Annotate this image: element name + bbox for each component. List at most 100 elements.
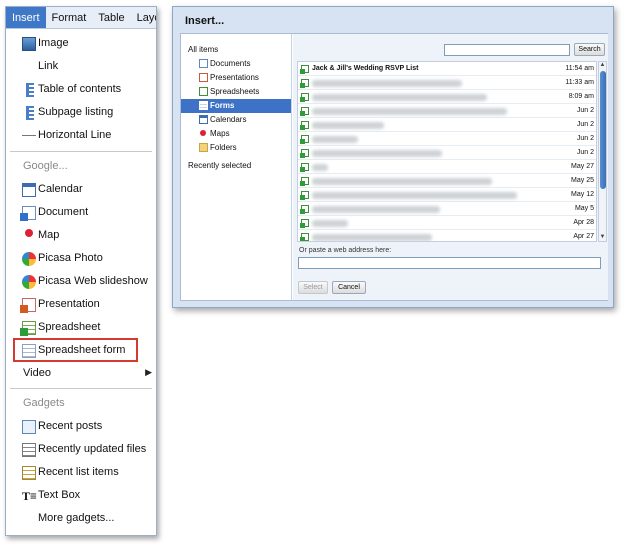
- scrollbar-thumb[interactable]: [600, 71, 606, 189]
- menu-item-label: Video: [23, 367, 51, 379]
- file-row[interactable]: 11:33 am: [298, 76, 596, 90]
- insert-dialog: Insert... All items Documents Presentati…: [172, 6, 614, 308]
- menu-item-link[interactable]: Link: [6, 56, 156, 78]
- paste-url-input[interactable]: [298, 257, 601, 269]
- file-row[interactable]: Jun 2: [298, 146, 596, 160]
- form-icon: [199, 101, 208, 110]
- menu-item-label: Recently updated files: [38, 443, 147, 455]
- file-row[interactable]: Apr 27: [298, 230, 596, 241]
- menu-item-video[interactable]: Video ▶: [6, 363, 156, 385]
- file-row[interactable]: Apr 28: [298, 216, 596, 230]
- file-row[interactable]: May 5: [298, 202, 596, 216]
- tree-item-label: Presentations: [210, 73, 259, 82]
- redacted-file-name: [312, 150, 442, 157]
- file-date: May 27: [571, 163, 594, 170]
- menubar: Insert Format Table Layo: [6, 7, 156, 29]
- scroll-up-arrow-icon[interactable]: ▲: [599, 62, 606, 69]
- tree-item-documents[interactable]: Documents: [181, 57, 291, 71]
- form-file-icon: [300, 107, 309, 116]
- menu-item-picasa-photo[interactable]: Picasa Photo: [6, 248, 156, 270]
- redacted-file-name: [312, 94, 487, 101]
- tree-item-forms[interactable]: Forms: [181, 99, 291, 113]
- file-row[interactable]: May 12: [298, 188, 596, 202]
- form-file-icon: [300, 135, 309, 144]
- tree-recently-selected[interactable]: Recently selected: [188, 161, 251, 170]
- dialog-body: All items Documents Presentations Spread…: [180, 33, 608, 301]
- search-input[interactable]: [444, 44, 570, 56]
- file-date: Apr 28: [573, 219, 594, 226]
- file-row[interactable]: Jun 2: [298, 132, 596, 146]
- menu-item-more-gadgets[interactable]: More gadgets...: [6, 508, 156, 530]
- menu-divider: [10, 151, 152, 152]
- menu-item-calendar[interactable]: Calendar: [6, 179, 156, 201]
- file-row[interactable]: 8:09 am: [298, 90, 596, 104]
- spreadsheet-icon: [20, 321, 36, 336]
- form-file-icon: [300, 149, 309, 158]
- menu-item-image[interactable]: Image: [6, 33, 156, 55]
- menu-item-horizontal-line[interactable]: Horizontal Line: [6, 125, 156, 147]
- menu-item-picasa-web-slideshow[interactable]: Picasa Web slideshow: [6, 271, 156, 293]
- file-row[interactable]: Jun 2: [298, 104, 596, 118]
- tree-item-spreadsheets[interactable]: Spreadsheets: [181, 85, 291, 99]
- file-row[interactable]: May 25: [298, 174, 596, 188]
- folder-icon: [199, 143, 208, 152]
- tree-all-items[interactable]: All items: [188, 45, 218, 54]
- menu-item-table-of-contents[interactable]: Table of contents: [6, 79, 156, 101]
- menu-item-recent-posts[interactable]: Recent posts: [6, 416, 156, 438]
- menu-item-label: Picasa Web slideshow: [38, 275, 148, 287]
- menu-format[interactable]: Format: [46, 7, 93, 28]
- file-date: 11:54 am: [565, 65, 594, 72]
- menu-item-label: Subpage listing: [38, 106, 114, 118]
- tree-item-label: Documents: [210, 59, 251, 68]
- redacted-file-name: [312, 108, 507, 115]
- file-date: 11:33 am: [565, 79, 594, 86]
- menu-item-label: Spreadsheet: [38, 321, 101, 333]
- tree-item-label: Forms: [210, 101, 235, 110]
- redacted-file-name: [312, 136, 358, 143]
- tree-item-label: Spreadsheets: [210, 87, 260, 96]
- menu-divider: [10, 388, 152, 389]
- tree-item-label: Folders: [210, 143, 237, 152]
- menu-item-text-box[interactable]: T≡ Text Box: [6, 485, 156, 507]
- menu-layout[interactable]: Layo: [131, 7, 156, 28]
- menu-item-label: Image: [38, 37, 69, 49]
- tree-item-presentations[interactable]: Presentations: [181, 71, 291, 85]
- cancel-button[interactable]: Cancel: [332, 281, 366, 294]
- calendar-icon: [199, 115, 208, 124]
- menu-item-label: More gadgets...: [38, 512, 115, 524]
- redacted-file-name: [312, 206, 440, 213]
- menu-item-label: Document: [38, 206, 89, 218]
- search-button[interactable]: Search: [574, 43, 605, 56]
- scroll-down-arrow-icon[interactable]: ▼: [599, 234, 606, 241]
- file-row[interactable]: May 27: [298, 160, 596, 174]
- file-row[interactable]: Jack & Jill's Wedding RSVP List 11:54 am: [298, 62, 596, 76]
- horizontal-line-icon: [22, 135, 36, 136]
- gadgets-heading: Gadgets: [23, 397, 65, 409]
- google-heading: Google...: [23, 160, 68, 172]
- menu-item-document[interactable]: Document: [6, 202, 156, 224]
- file-row[interactable]: Jun 2: [298, 118, 596, 132]
- menu-item-map[interactable]: Map: [6, 225, 156, 247]
- menu-item-label: Picasa Photo: [38, 252, 103, 264]
- select-button[interactable]: Select: [298, 281, 328, 294]
- menu-item-recent-list-items[interactable]: Recent list items: [6, 462, 156, 484]
- menu-item-presentation[interactable]: Presentation: [6, 294, 156, 316]
- tree-item-folders[interactable]: Folders: [181, 141, 291, 155]
- tree-item-calendars[interactable]: Calendars: [181, 113, 291, 127]
- menu-item-label: Link: [38, 60, 59, 72]
- menu-item-label: Recent list items: [38, 466, 119, 478]
- tree-item-label: Calendars: [210, 115, 247, 124]
- file-list-scrollbar[interactable]: ▲ ▼: [598, 61, 607, 242]
- menu-insert[interactable]: Insert: [6, 7, 46, 28]
- tree-item-maps[interactable]: Maps: [181, 127, 291, 141]
- menu-item-spreadsheet[interactable]: Spreadsheet: [6, 317, 156, 339]
- menu-item-label: Map: [38, 229, 60, 241]
- menu-item-recently-updated-files[interactable]: Recently updated files: [6, 439, 156, 461]
- redacted-file-name: [312, 192, 517, 199]
- menu-table[interactable]: Table: [92, 7, 130, 28]
- picasa-icon: [22, 252, 36, 266]
- map-pin-icon: [200, 130, 206, 136]
- redacted-file-name: [312, 220, 348, 227]
- menu-item-subpage-listing[interactable]: Subpage listing: [6, 102, 156, 124]
- file-date: 8:09 am: [568, 93, 594, 100]
